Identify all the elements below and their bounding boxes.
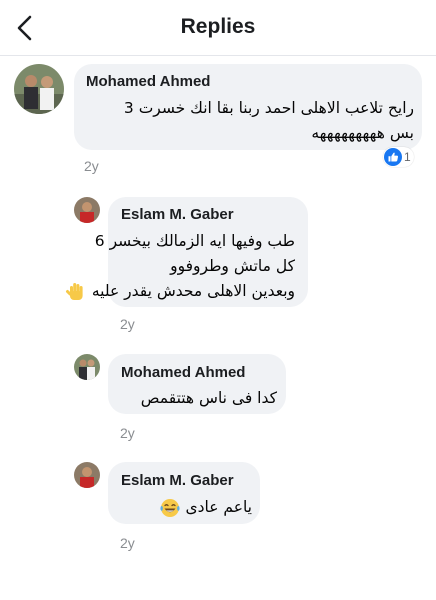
comment-timestamp[interactable]: 2y	[120, 425, 135, 441]
like-icon	[384, 148, 402, 166]
page-title: Replies	[180, 15, 256, 38]
reaction-badge[interactable]: 1	[383, 147, 414, 167]
top-bar: Replies	[0, 0, 436, 56]
comment-text-line: ياعم عادى	[159, 495, 252, 520]
comment-timestamp[interactable]: 2y	[120, 316, 135, 332]
comment-author[interactable]: Eslam M. Gaber	[121, 472, 234, 489]
comment-text-line: كل ماتش وطروفوو	[170, 257, 295, 275]
comment-author[interactable]: Mohamed Ahmed	[121, 364, 245, 381]
comment-text-line: طب وفيها ايه الزمالك بيخسر 6	[94, 232, 295, 250]
avatar[interactable]	[74, 354, 100, 380]
avatar[interactable]	[74, 462, 100, 488]
comment-text: وبعدين الاهلى محدش يقدر عليه	[91, 282, 295, 300]
reaction-count: 1	[404, 150, 411, 164]
comment-text-line: بس هههههههههه	[311, 124, 414, 142]
avatar[interactable]	[14, 64, 64, 114]
comment-text-line: وبعدين الاهلى محدش يقدر عليه	[65, 279, 295, 304]
comment-author[interactable]: Mohamed Ahmed	[86, 73, 210, 90]
comment-text: ياعم عادى	[185, 498, 252, 516]
raised-hand-emoji	[65, 282, 83, 300]
comment-author[interactable]: Eslam M. Gaber	[121, 206, 234, 223]
tears-of-joy-emoji	[159, 498, 180, 517]
comment-text-line: كدا فى ناس هتتقمص	[140, 389, 277, 407]
comment-timestamp[interactable]: 2y	[120, 535, 135, 551]
comment-timestamp[interactable]: 2y	[84, 158, 99, 174]
avatar[interactable]	[74, 197, 100, 223]
comment-text-line: رايح تلاعب الاهلى احمد ربنا بقا انك خسرت…	[123, 99, 414, 117]
